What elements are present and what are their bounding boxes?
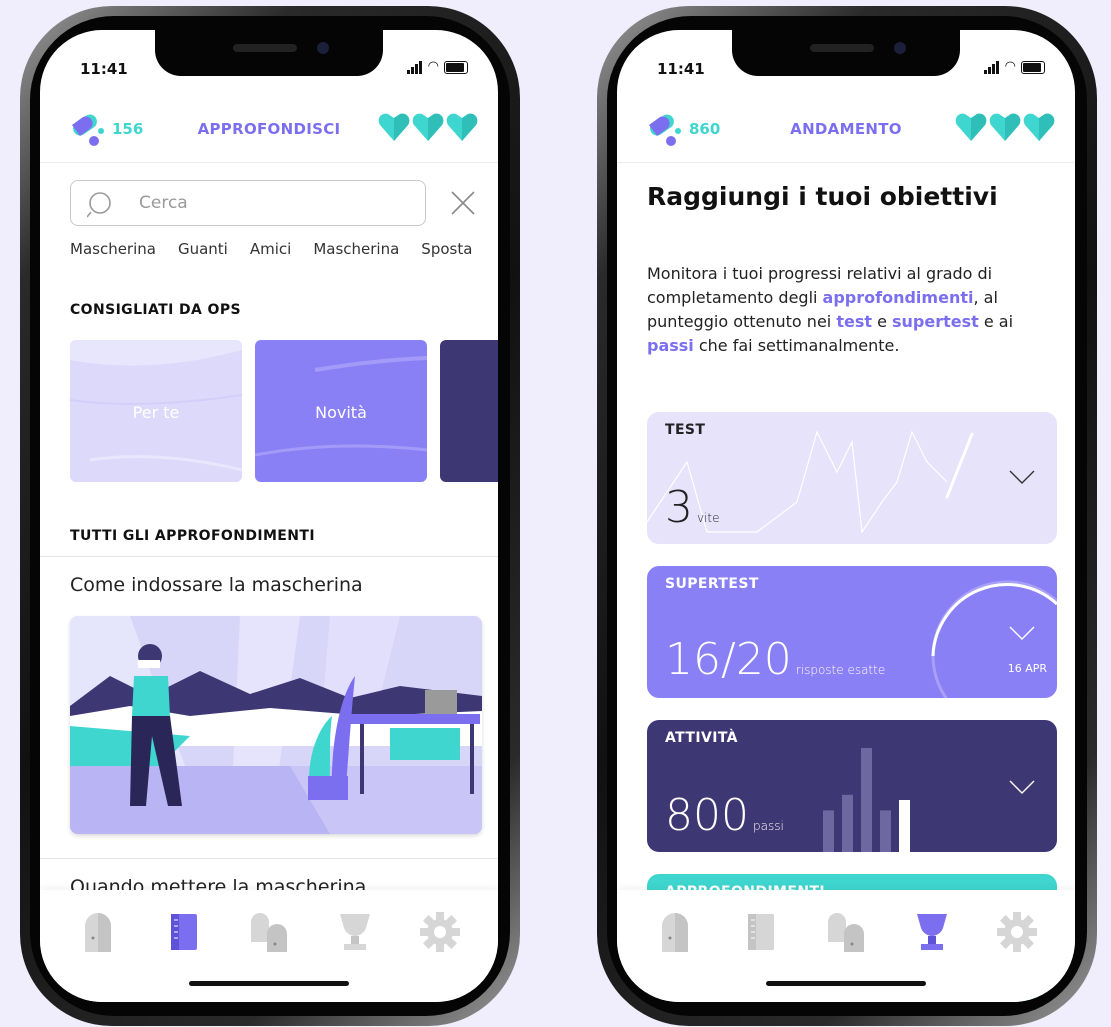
- tab-andamento[interactable]: [335, 910, 375, 954]
- steps-bar: [880, 810, 891, 852]
- heart-icon: [989, 113, 1021, 141]
- divider: [40, 556, 498, 557]
- heart-icon: [955, 113, 987, 141]
- lives-hearts: [378, 112, 478, 142]
- mask-illustration: [70, 616, 482, 834]
- tab-bar: [40, 890, 498, 1002]
- card-value: 16/20 risposte esatte: [665, 634, 886, 685]
- chip[interactable]: Guanti: [178, 240, 228, 258]
- heart-icon: [412, 113, 444, 141]
- supertest-card[interactable]: SUPERTEST 16/20 risposte esatte 16 APR: [647, 566, 1057, 698]
- recommended-card-third[interactable]: [440, 340, 498, 482]
- activity-card[interactable]: ATTIVITÀ 800 passi: [647, 720, 1057, 852]
- status-time: 11:41: [657, 60, 705, 78]
- tab-home[interactable]: [78, 910, 118, 954]
- link-test[interactable]: test: [836, 312, 872, 331]
- test-card[interactable]: TEST 3 vite: [647, 412, 1057, 544]
- lives-hearts: [955, 112, 1055, 142]
- book-icon: [170, 914, 197, 950]
- door-icon: [662, 913, 688, 952]
- heart-icon: [378, 113, 410, 141]
- card-title: SUPERTEST: [665, 576, 759, 592]
- door-icon: [85, 913, 111, 952]
- heart-icon: [446, 113, 478, 141]
- wifi-icon: ◠: [427, 59, 439, 74]
- card-value: 800 passi: [665, 790, 784, 841]
- status-icons: ◠: [983, 59, 1045, 74]
- signal-icon: [406, 55, 423, 74]
- tab-approfondisci[interactable]: [741, 910, 781, 954]
- link-passi[interactable]: passi: [647, 336, 694, 355]
- tab-approfondisci[interactable]: [164, 910, 204, 954]
- chip[interactable]: Mascherina: [313, 240, 399, 258]
- section-title-recommended: CONSIGLIATI DA OPS: [70, 302, 241, 318]
- card-value: 3 vite: [665, 482, 720, 533]
- trophy-icon: [916, 914, 947, 950]
- tab-levels[interactable]: [249, 910, 289, 954]
- tab-settings[interactable]: [420, 910, 460, 954]
- card-unit: vite: [697, 511, 720, 525]
- chevron-down-icon[interactable]: [1009, 470, 1035, 484]
- doors-icon: [251, 913, 287, 952]
- doors-icon: [828, 913, 864, 952]
- card-title: TEST: [665, 422, 706, 438]
- search-icon: [87, 192, 111, 218]
- page-description: Monitora i tuoi progressi relativi al gr…: [647, 264, 1014, 355]
- gear-icon: [420, 912, 460, 952]
- section-title-all: TUTTI GLI APPROFONDIMENTI: [70, 528, 315, 544]
- chip[interactable]: Amici: [250, 240, 291, 258]
- screen-andamento: 11:41 ◠ 860 ANDAMENTO Raggiungi i tuoi o…: [617, 30, 1075, 1002]
- divider: [40, 858, 498, 859]
- search-placeholder: Cerca: [139, 193, 188, 213]
- gear-icon: [997, 912, 1037, 952]
- screen-approfondisci: 11:41 ◠ 156 APPROFONDISCI Cerca Mascheri…: [40, 30, 498, 1002]
- card-title: ATTIVITÀ: [665, 730, 738, 746]
- page-heading: Raggiungi i tuoi obiettivi: [647, 182, 998, 211]
- link-approfondimenti[interactable]: approfondimenti: [823, 288, 974, 307]
- card-unit: risposte esatte: [795, 663, 886, 677]
- filter-chips: Mascherina Guanti Amici Mascherina Spost…: [70, 240, 472, 258]
- phone-frame-right: 11:41 ◠ 860 ANDAMENTO Raggiungi i tuoi o…: [597, 6, 1097, 1026]
- article-illustration[interactable]: [70, 616, 482, 834]
- chevron-down-icon[interactable]: [1009, 780, 1035, 794]
- steps-bar: [861, 748, 872, 852]
- tab-levels[interactable]: [826, 910, 866, 954]
- recommended-card-per-te[interactable]: Per te: [70, 340, 242, 482]
- home-indicator: [189, 981, 349, 986]
- tab-bar: [617, 890, 1075, 1002]
- close-icon[interactable]: [450, 190, 476, 216]
- status-time: 11:41: [80, 60, 128, 78]
- tab-andamento[interactable]: [912, 910, 952, 954]
- article-title[interactable]: Come indossare la mascherina: [70, 574, 363, 596]
- notch: [732, 30, 960, 76]
- app-header: 156 APPROFONDISCI: [40, 98, 498, 163]
- search-input[interactable]: Cerca: [70, 180, 426, 226]
- steps-bar: [899, 800, 910, 852]
- notch: [155, 30, 383, 76]
- app-header: 860 ANDAMENTO: [617, 98, 1075, 163]
- battery-icon: [444, 61, 468, 74]
- home-indicator: [766, 981, 926, 986]
- card-date: 16 APR: [1007, 662, 1047, 675]
- tab-home[interactable]: [655, 910, 695, 954]
- battery-icon: [1021, 61, 1045, 74]
- trophy-icon: [339, 914, 370, 950]
- card-label: Novità: [315, 403, 367, 422]
- chevron-down-icon[interactable]: [1009, 626, 1035, 640]
- wifi-icon: ◠: [1004, 59, 1016, 74]
- book-icon: [747, 914, 774, 950]
- link-supertest[interactable]: supertest: [892, 312, 979, 331]
- chip[interactable]: Mascherina: [70, 240, 156, 258]
- card-label: Per te: [132, 403, 180, 422]
- steps-bar: [823, 810, 834, 852]
- chip[interactable]: Sposta: [421, 240, 472, 258]
- recommended-card-novita[interactable]: Novità: [255, 340, 427, 482]
- tab-settings[interactable]: [997, 910, 1037, 954]
- steps-bar: [842, 794, 853, 852]
- phone-frame-left: 11:41 ◠ 156 APPROFONDISCI Cerca Mascheri…: [20, 6, 520, 1026]
- signal-icon: [983, 55, 1000, 74]
- heart-icon: [1023, 113, 1055, 141]
- status-icons: ◠: [406, 59, 468, 74]
- card-unit: passi: [752, 819, 784, 833]
